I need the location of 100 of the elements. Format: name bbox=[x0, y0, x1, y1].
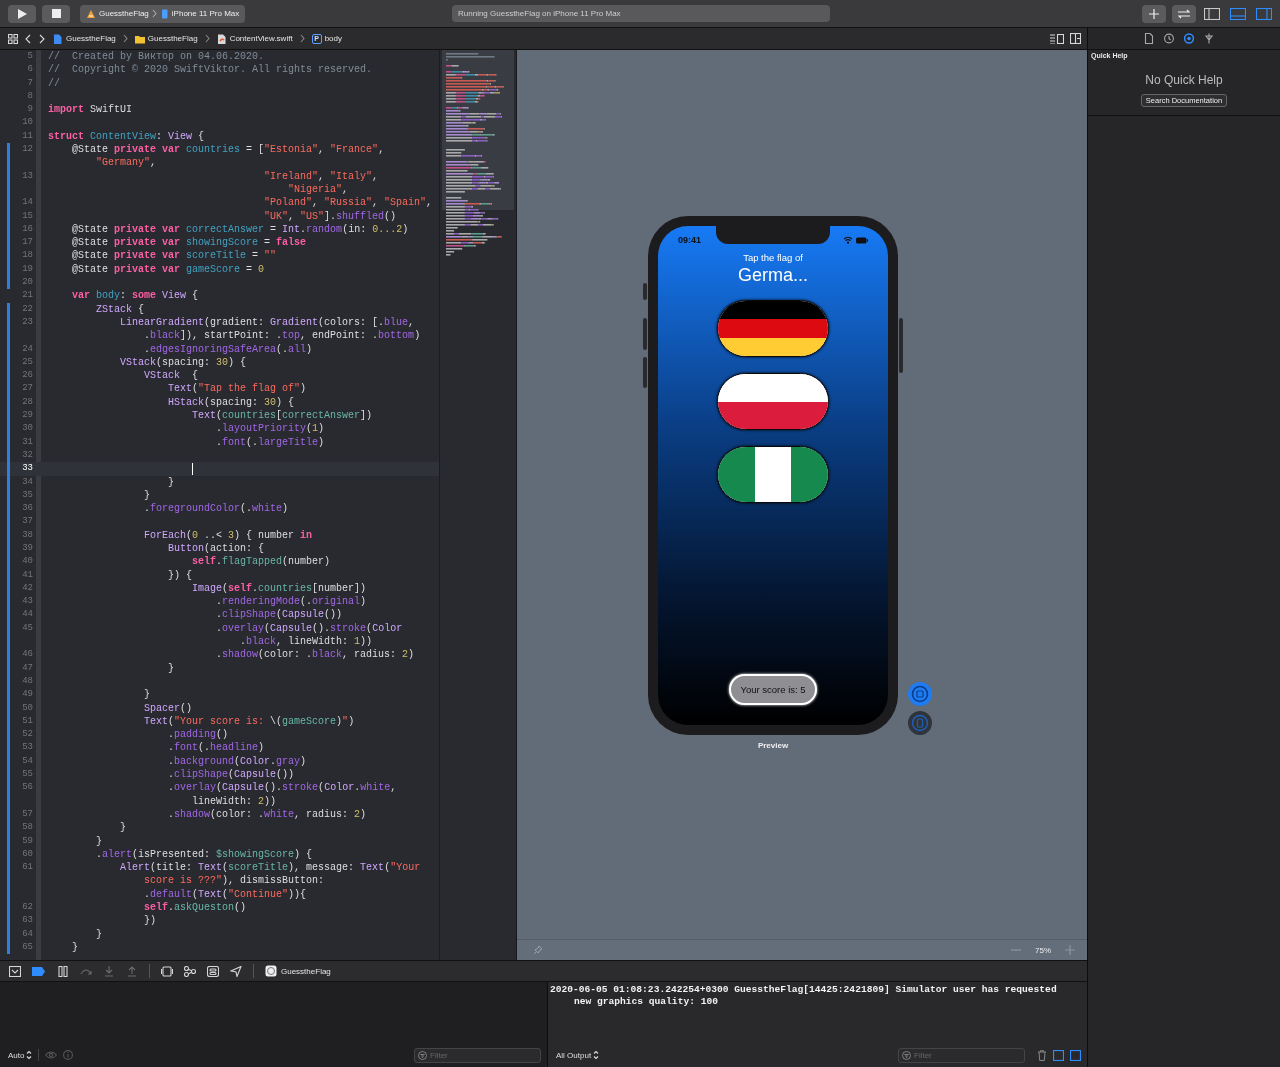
flag-button[interactable] bbox=[717, 300, 829, 357]
plus-icon bbox=[1149, 8, 1159, 19]
line-number: 49 bbox=[22, 689, 33, 700]
code-line: VStack(spacing: 30) { bbox=[119, 355, 247, 370]
preview-label: Preview bbox=[757, 741, 789, 750]
line-number: 48 bbox=[22, 675, 33, 686]
memory-graph-icon[interactable] bbox=[184, 965, 196, 977]
inspector-toggle-icon[interactable] bbox=[1254, 7, 1274, 20]
code-line: import SwiftUI bbox=[48, 103, 133, 117]
step-into-icon[interactable] bbox=[103, 965, 115, 977]
file-icon[interactable] bbox=[1144, 33, 1154, 44]
line-number: 6 bbox=[27, 64, 33, 75]
project-file-icon bbox=[53, 33, 63, 44]
run-button[interactable] bbox=[8, 4, 36, 23]
line-number: 46 bbox=[22, 649, 33, 660]
review-button[interactable] bbox=[1172, 4, 1196, 23]
code-line: .shadow(color: .white, radius: 2) bbox=[167, 807, 367, 822]
scope-selector[interactable]: Auto bbox=[8, 1050, 25, 1060]
scheme-selector[interactable]: GuesstheFlag iPhone 11 Pro Max bbox=[80, 4, 246, 23]
line-number: 51 bbox=[22, 715, 33, 726]
process-name[interactable]: GuesstheFlag bbox=[281, 966, 331, 976]
line-number: 57 bbox=[22, 808, 33, 819]
status-time: 09:41 bbox=[678, 235, 702, 245]
line-number: 5 bbox=[27, 51, 33, 61]
code-line: Text("Tap the flag of") bbox=[167, 382, 307, 396]
code-line: Text("Your score is: \(gameScore)") bbox=[143, 714, 355, 729]
breadcrumb-item[interactable]: GuesstheFlag bbox=[147, 34, 198, 43]
stop-button[interactable] bbox=[42, 4, 70, 23]
code-line: lineWidth: 2)) bbox=[191, 794, 278, 808]
app-target-icon bbox=[86, 8, 96, 19]
step-out-icon[interactable] bbox=[126, 965, 138, 977]
code-line: "Poland", "Russia", "Spain", bbox=[263, 196, 433, 210]
output-selector[interactable]: All Output bbox=[556, 1050, 592, 1060]
live-preview-button[interactable] bbox=[908, 682, 932, 706]
navigator-toggle-icon[interactable] bbox=[1202, 7, 1222, 20]
line-number: 16 bbox=[22, 223, 33, 234]
line-number: 26 bbox=[22, 370, 33, 381]
breadcrumb-item[interactable]: GuesstheFlag bbox=[66, 34, 116, 43]
line-number: 47 bbox=[22, 662, 33, 673]
device-name[interactable]: iPhone 11 Pro Max bbox=[171, 9, 240, 18]
line-number: 22 bbox=[22, 303, 33, 314]
back-icon[interactable] bbox=[24, 33, 32, 44]
code-line: .padding() bbox=[167, 728, 229, 742]
line-number: 52 bbox=[22, 729, 33, 740]
split-editor-icon[interactable] bbox=[1070, 33, 1081, 44]
line-number: 40 bbox=[22, 556, 33, 567]
flag-button[interactable] bbox=[717, 446, 829, 503]
code-line: .font(.largeTitle) bbox=[215, 435, 325, 449]
code-line: ZStack { bbox=[95, 302, 145, 316]
chevron-icon bbox=[122, 34, 128, 43]
code-line: "UK", "US"].shuffled() bbox=[263, 209, 397, 223]
environment-overrides-icon[interactable] bbox=[207, 965, 219, 977]
play-icon bbox=[17, 8, 27, 19]
wifi-icon bbox=[843, 236, 853, 244]
help-icon[interactable] bbox=[1184, 33, 1194, 44]
breadcrumb-item[interactable]: ContentView.swift bbox=[229, 34, 293, 43]
trash-icon[interactable] bbox=[1037, 1049, 1047, 1061]
split-right-icon[interactable] bbox=[1070, 1049, 1081, 1061]
swift-file-icon bbox=[216, 33, 227, 44]
code-line: @State private var showingScore = false bbox=[71, 236, 307, 250]
code-line: // bbox=[48, 76, 60, 90]
view-hierarchy-icon[interactable] bbox=[161, 965, 173, 977]
line-number: 30 bbox=[22, 423, 33, 434]
split-left-icon[interactable] bbox=[1053, 1049, 1064, 1061]
line-number: 44 bbox=[22, 609, 33, 620]
line-number: 25 bbox=[22, 356, 33, 367]
code-line: .shadow(color: .black, radius: 2) bbox=[215, 648, 415, 662]
chevron-icon bbox=[151, 9, 157, 18]
code-editor[interactable] bbox=[0, 50, 440, 960]
pause-icon[interactable] bbox=[57, 965, 69, 977]
code-line: .foregroundColor(.white) bbox=[143, 502, 289, 516]
line-number: 64 bbox=[22, 928, 33, 939]
hide-debug-area-icon[interactable] bbox=[9, 965, 21, 977]
score-button[interactable]: Your score is: 5 bbox=[729, 674, 817, 705]
grid-icon[interactable] bbox=[8, 33, 18, 44]
line-number: 9 bbox=[27, 104, 33, 115]
line-number: 36 bbox=[22, 503, 33, 514]
updown-chevron-icon[interactable] bbox=[593, 1050, 600, 1060]
flag-button[interactable] bbox=[717, 373, 829, 430]
line-number: 28 bbox=[22, 396, 33, 407]
editor-options-icon[interactable] bbox=[1050, 33, 1064, 44]
debug-area-toggle-icon[interactable] bbox=[1228, 7, 1248, 20]
line-number: 63 bbox=[22, 915, 33, 926]
library-button[interactable] bbox=[1142, 4, 1166, 23]
line-number: 58 bbox=[22, 822, 33, 833]
breadcrumb-item[interactable]: body bbox=[324, 34, 342, 43]
code-line: HStack(spacing: 30) { bbox=[167, 395, 295, 409]
code-line: "Nigeria", bbox=[287, 182, 350, 197]
code-line: self.flagTapped(number) bbox=[191, 555, 331, 569]
line-number: 42 bbox=[22, 582, 33, 593]
updown-chevron-icon[interactable] bbox=[26, 1050, 33, 1060]
location-arrow-icon[interactable] bbox=[230, 965, 242, 977]
breakpoint-icon[interactable] bbox=[32, 965, 46, 977]
line-number: 43 bbox=[22, 596, 33, 607]
scheme-name[interactable]: GuesstheFlag bbox=[99, 9, 149, 18]
forward-icon[interactable] bbox=[38, 33, 46, 44]
clock-icon[interactable] bbox=[1164, 33, 1174, 44]
line-number: 17 bbox=[22, 237, 33, 248]
line-number: 29 bbox=[22, 410, 33, 420]
line-number: 35 bbox=[22, 489, 33, 500]
